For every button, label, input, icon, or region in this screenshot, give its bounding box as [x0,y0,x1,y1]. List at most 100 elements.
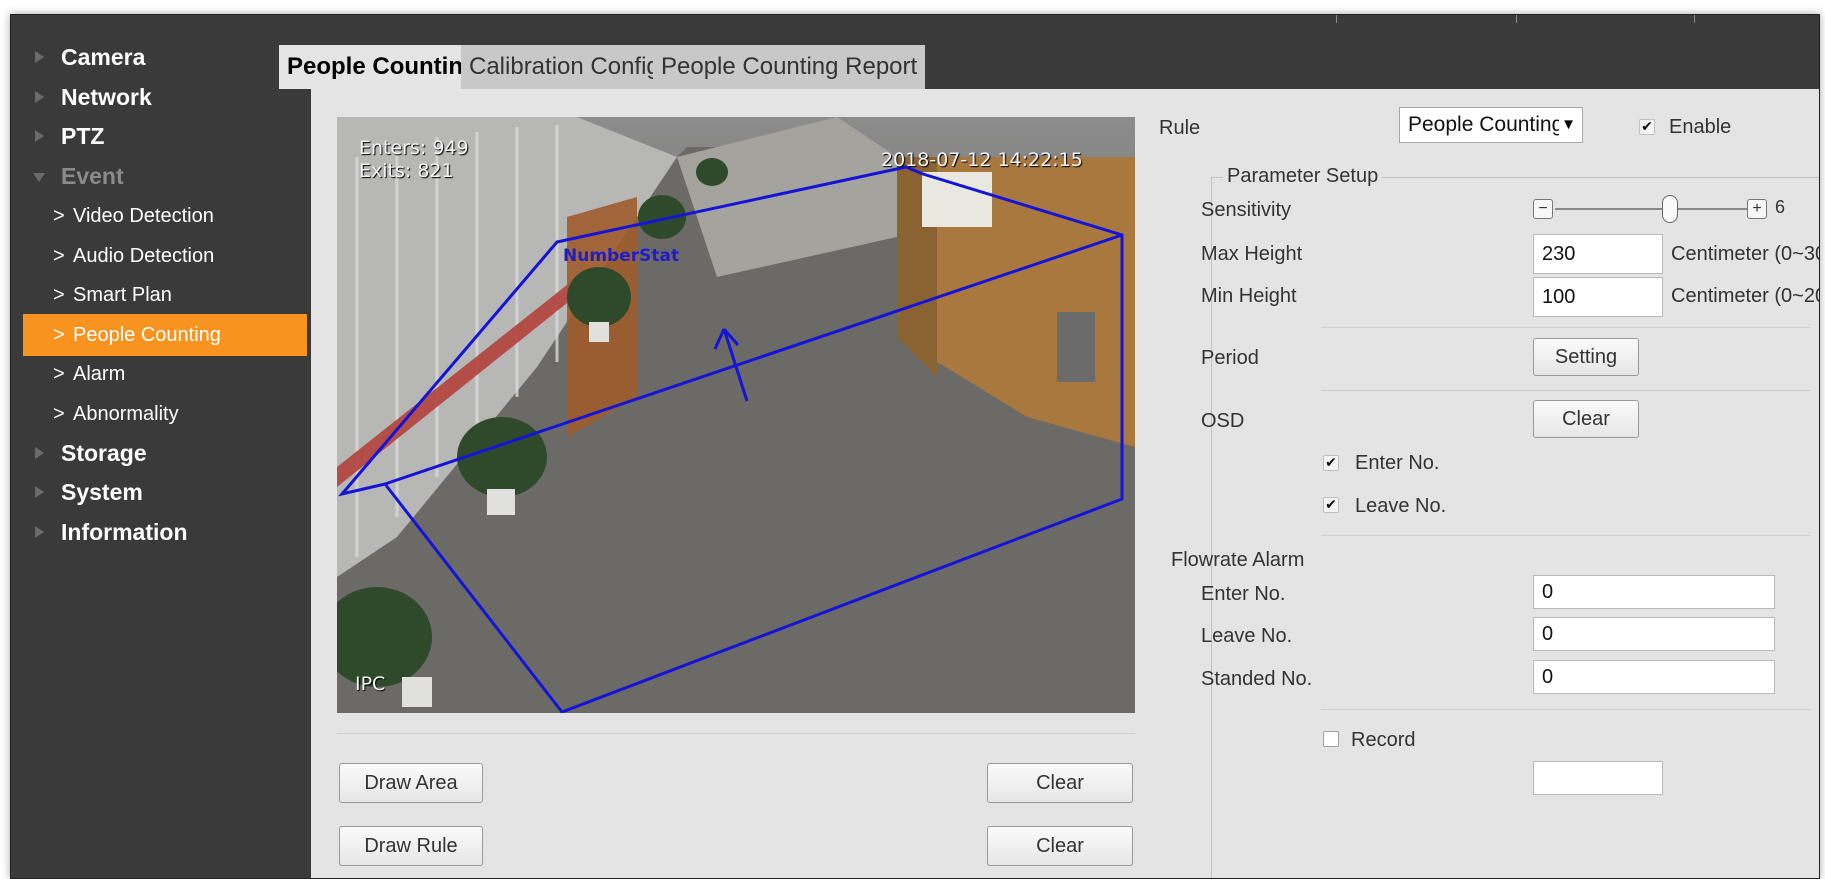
osd-exits: Exits: 821 [359,160,454,182]
clear-rule-button[interactable]: Clear [987,826,1133,866]
main-content: People Counting Calibration Config Peopl… [279,15,1819,878]
nav-ptz[interactable]: PTZ [11,116,311,156]
dropdown-arrow-icon: ▼ [1559,108,1576,142]
flowrate-standed-input[interactable]: 0 [1533,660,1775,694]
flowrate-leave-input[interactable]: 0 [1533,617,1775,651]
nav-people-counting[interactable]: > People Counting [23,314,307,356]
tab-calibration-config[interactable]: Calibration Config [461,45,668,89]
nav-system[interactable]: System [11,472,311,512]
min-height-label: Min Height [1201,285,1297,307]
app-window: Camera Network PTZ Event > Video Detectio… [10,14,1820,879]
max-height-unit: Centimeter (0~300) [1671,243,1819,265]
top-segment-divider [1694,15,1695,23]
collapsed-arrow-icon [35,486,44,498]
video-scene [337,117,1135,713]
nav-video-detection[interactable]: > Video Detection [23,195,307,237]
people-counting-panel: Enters: 949 Exits: 821 2018-07-12 14:22:… [311,89,1819,878]
separator [1321,535,1811,536]
nav-event-label: Event [61,163,124,189]
osd-channel: IPC [355,673,386,695]
enable-label: Enable [1669,116,1732,138]
record-delay-input[interactable] [1533,761,1663,795]
osd-timestamp: 2018-07-12 14:22:15 [881,149,1083,171]
record-label: Record [1351,729,1416,751]
nav-alarm[interactable]: > Alarm [23,353,307,395]
leave-no-label: Leave No. [1355,495,1447,517]
nav-information-label: Information [61,519,188,545]
osd-enters: Enters: 949 [359,137,469,159]
flowrate-alarm-title: Flowrate Alarm [1171,549,1305,571]
collapsed-arrow-icon [35,130,44,142]
record-checkbox[interactable] [1323,731,1339,747]
video-preview[interactable]: Enters: 949 Exits: 821 2018-07-12 14:22:… [337,117,1135,713]
rule-select-value: People Counting [1408,113,1564,136]
flowrate-enter-input[interactable]: 0 [1533,575,1775,609]
nav-audio-detection-label: Audio Detection [73,245,215,267]
draw-rule-button[interactable]: Draw Rule [339,826,483,866]
nav-alarm-label: Alarm [73,363,126,385]
nav-smart-plan[interactable]: > Smart Plan [23,274,307,316]
collapsed-arrow-icon [35,91,44,103]
enter-no-label: Enter No. [1355,452,1440,474]
minus-icon[interactable]: − [1533,199,1553,219]
top-segment-divider [1516,15,1517,23]
chevron-right-icon: > [53,245,65,267]
nav-smart-plan-label: Smart Plan [73,284,172,306]
separator [1321,327,1811,328]
draw-area-button[interactable]: Draw Area [339,763,483,803]
separator [1321,390,1811,391]
parameter-setup-legend: Parameter Setup [1223,165,1383,188]
nav-information[interactable]: Information [11,512,311,552]
nav-event[interactable]: Event [11,156,311,196]
expanded-arrow-icon [33,173,45,182]
leave-no-checkbox[interactable]: ✔ [1323,497,1339,513]
nav-abnormality-label: Abnormality [73,403,179,425]
sensitivity-slider-track[interactable] [1555,208,1747,210]
sensitivity-label: Sensitivity [1201,199,1292,221]
plus-icon[interactable]: + [1747,199,1767,219]
osd-label: OSD [1201,410,1245,432]
min-height-input[interactable]: 100 [1533,277,1663,317]
clear-area-button[interactable]: Clear [987,763,1133,803]
nav-ptz-label: PTZ [61,123,105,149]
flowrate-standed-label: Standed No. [1201,668,1313,690]
flowrate-leave-label: Leave No. [1201,625,1293,647]
rule-select[interactable]: People Counting ▼ [1399,107,1583,143]
top-bar-segments [1211,15,1819,23]
collapsed-arrow-icon [35,51,44,63]
nav-people-counting-label: People Counting [73,324,221,346]
chevron-right-icon: > [53,324,65,346]
nav-abnormality[interactable]: > Abnormality [23,393,307,435]
divider [337,733,1135,734]
nav-network-label: Network [61,84,152,110]
enable-checkbox[interactable]: ✔ [1639,119,1655,135]
tab-bar: People Counting Calibration Config Peopl… [279,15,1819,89]
top-segment-divider [1336,15,1337,23]
nav-system-label: System [61,479,143,505]
max-height-input[interactable]: 230 [1533,234,1663,274]
min-height-unit: Centimeter (0~200) [1671,285,1819,307]
sensitivity-value: 6 [1775,197,1786,217]
rule-name-label: NumberStat [563,246,680,266]
nav-audio-detection[interactable]: > Audio Detection [23,235,307,277]
tab-people-counting[interactable]: People Counting [279,45,486,89]
parameter-setup-group [1211,177,1819,878]
max-height-label: Max Height [1201,243,1303,265]
nav-storage[interactable]: Storage [11,433,311,473]
nav-camera[interactable]: Camera [11,37,311,77]
separator [1321,709,1811,710]
nav-storage-label: Storage [61,440,147,466]
collapsed-arrow-icon [35,526,44,538]
enter-no-checkbox[interactable]: ✔ [1323,455,1339,471]
tab-people-counting-report[interactable]: People Counting Report [653,45,926,89]
chevron-right-icon: > [53,403,65,425]
sensitivity-slider-knob[interactable] [1662,195,1679,223]
nav-video-detection-label: Video Detection [73,205,214,227]
period-setting-button[interactable]: Setting [1533,338,1639,376]
period-label: Period [1201,347,1259,369]
chevron-right-icon: > [53,284,65,306]
osd-clear-button[interactable]: Clear [1533,400,1639,438]
nav-camera-label: Camera [61,44,146,70]
flowrate-enter-label: Enter No. [1201,583,1286,605]
nav-network[interactable]: Network [11,77,311,117]
